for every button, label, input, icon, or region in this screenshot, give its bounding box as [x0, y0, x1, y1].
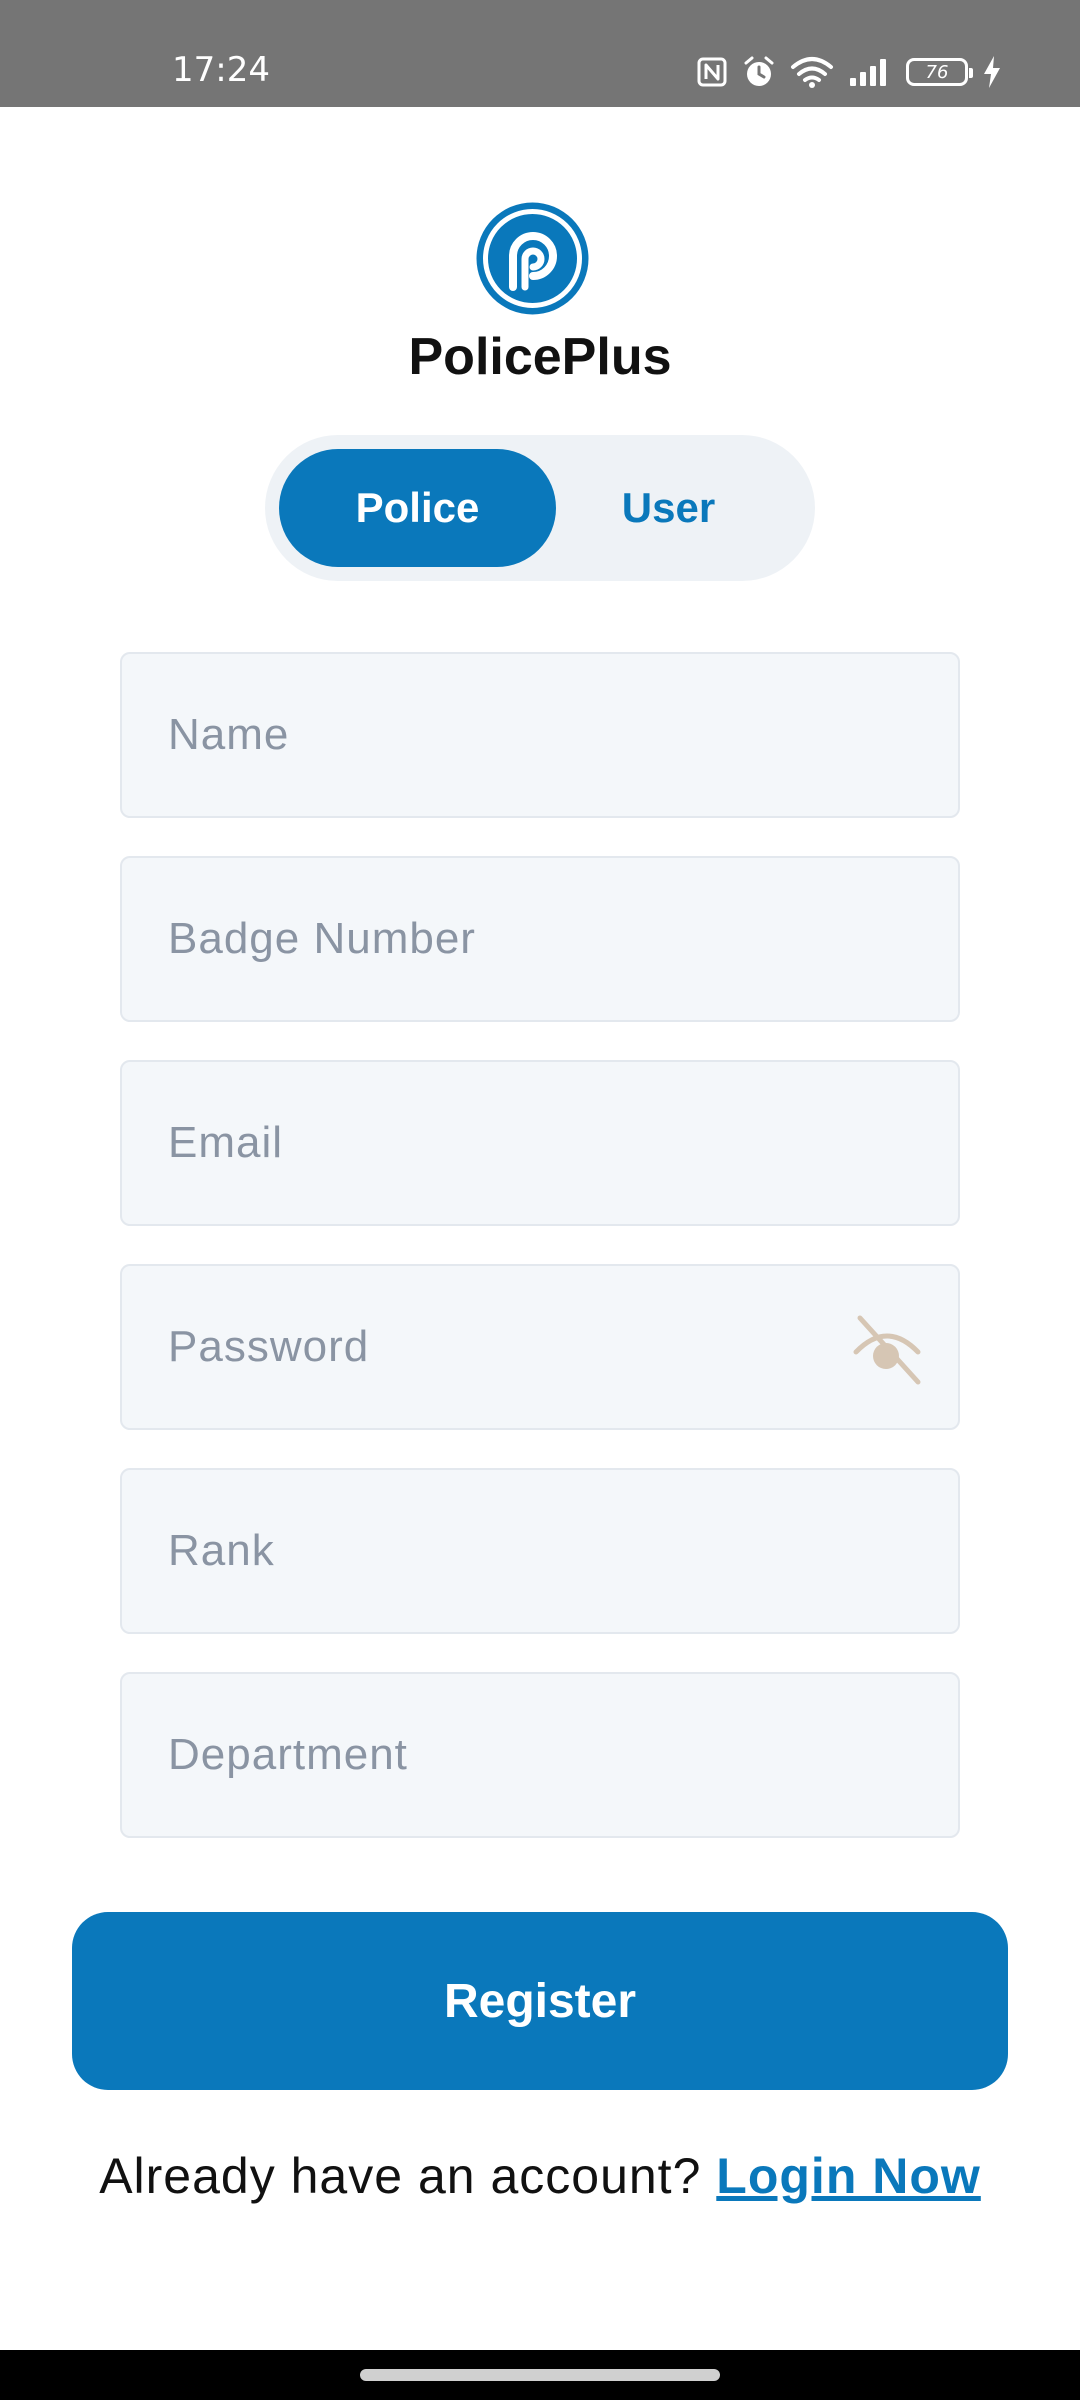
- eye-off-icon[interactable]: [850, 1312, 924, 1386]
- email-field[interactable]: [122, 1062, 958, 1224]
- policeplus-logo-icon: [475, 201, 590, 316]
- status-icons: 76: [696, 52, 1002, 92]
- charging-icon: [982, 55, 1002, 89]
- status-time: 17:24: [172, 50, 270, 90]
- system-nav-bar: [0, 2350, 1080, 2400]
- alarm-icon: [742, 55, 776, 89]
- email-field-container: [120, 1060, 960, 1226]
- rank-field-container: [120, 1468, 960, 1634]
- login-prompt-text: Already have an account?: [99, 2148, 702, 2204]
- badge-number-field[interactable]: [122, 858, 958, 1020]
- battery-level: 76: [925, 61, 949, 83]
- rank-field[interactable]: [122, 1470, 958, 1632]
- password-field-container: [120, 1264, 960, 1430]
- battery-icon: 76: [906, 58, 973, 86]
- register-button[interactable]: Register: [72, 1912, 1008, 2090]
- signal-icon: [848, 56, 892, 88]
- status-bar: 17:24 76: [0, 0, 1080, 107]
- tab-police[interactable]: Police: [279, 449, 556, 567]
- password-field[interactable]: [122, 1266, 958, 1428]
- nfc-icon: [696, 56, 728, 88]
- wifi-icon: [790, 55, 834, 89]
- name-field[interactable]: [122, 654, 958, 816]
- tab-user[interactable]: User: [530, 449, 807, 567]
- department-field[interactable]: [122, 1674, 958, 1836]
- home-indicator[interactable]: [360, 2369, 720, 2381]
- app-title: PolicePlus: [408, 328, 672, 386]
- name-field-container: [120, 652, 960, 818]
- badge-number-field-container: [120, 856, 960, 1022]
- login-now-link[interactable]: Login Now: [716, 2148, 981, 2204]
- department-field-container: [120, 1672, 960, 1838]
- role-toggle: Police User: [265, 435, 815, 581]
- login-prompt-line: Already have an account? Login Now: [0, 2140, 1080, 2212]
